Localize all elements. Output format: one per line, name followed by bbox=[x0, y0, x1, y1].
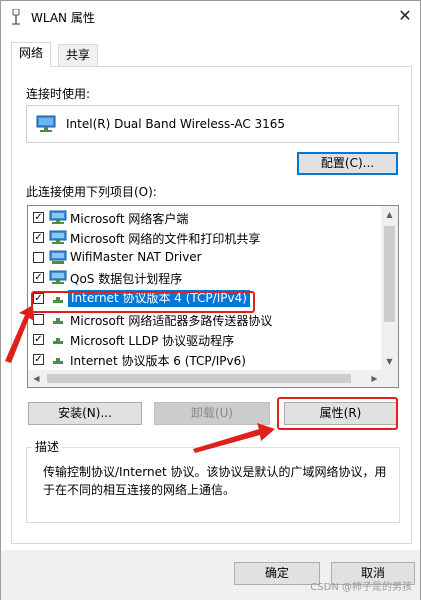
vertical-scrollbar[interactable]: ▲ ▼ bbox=[381, 206, 398, 370]
network-protocol-icon bbox=[53, 358, 63, 364]
item-label: Microsoft 网络适配器多路传送器协议 bbox=[70, 314, 273, 328]
close-button[interactable]: ✕ bbox=[390, 1, 420, 31]
configure-button[interactable]: 配置(C)... bbox=[297, 152, 398, 175]
network-client-icon bbox=[49, 230, 67, 244]
install-button[interactable]: 安装(N)... bbox=[28, 402, 142, 425]
checkbox[interactable]: ✓ bbox=[33, 272, 44, 283]
adapter-name: Intel(R) Dual Band Wireless-AC 3165 bbox=[66, 117, 286, 131]
connect-using-label: 连接时使用: bbox=[26, 87, 91, 101]
description-text: 传输控制协议/Internet 协议。该协议是默认的广域网络协议，用于在不同的相… bbox=[43, 465, 387, 497]
highlight-box-properties bbox=[277, 397, 398, 430]
red-arrow-icon bbox=[5, 305, 34, 363]
item-label: WifiMaster NAT Driver bbox=[70, 250, 202, 264]
title-bar: WLAN 属性 ✕ bbox=[1, 1, 420, 33]
list-item-ms-client[interactable]: ✓ Microsoft 网络客户端 bbox=[28, 208, 383, 228]
list-item-multiplexor[interactable]: Microsoft 网络适配器多路传送器协议 bbox=[28, 310, 383, 330]
scroll-corner bbox=[381, 370, 398, 387]
wifi-antenna-icon bbox=[12, 9, 20, 25]
checkbox[interactable] bbox=[33, 252, 44, 263]
red-arrow-icon bbox=[193, 423, 275, 453]
list-item-ipv6[interactable]: ✓ Internet 协议版本 6 (TCP/IPv6) bbox=[28, 350, 383, 370]
checkbox[interactable]: ✓ bbox=[33, 232, 44, 243]
item-label: Microsoft 网络的文件和打印机共享 bbox=[70, 232, 261, 246]
items-label: 此连接使用下列项目(O): bbox=[26, 185, 157, 199]
properties-dialog: WLAN 属性 ✕ 网络 共享 连接时使用: Intel(R) Dual Ban… bbox=[0, 0, 421, 600]
network-protocol-icon bbox=[53, 318, 63, 324]
window-title: WLAN 属性 bbox=[31, 11, 95, 25]
checkbox[interactable]: ✓ bbox=[33, 212, 44, 223]
network-client-icon bbox=[49, 210, 67, 224]
list-item-file-sharing[interactable]: ✓ Microsoft 网络的文件和打印机共享 bbox=[28, 228, 383, 248]
network-protocol-icon bbox=[53, 338, 63, 344]
watermark: CSDN @柿子是的男孩 bbox=[310, 582, 412, 593]
network-client-icon bbox=[49, 270, 67, 284]
item-label: Microsoft LLDP 协议驱动程序 bbox=[70, 334, 235, 348]
network-protocol-icon bbox=[49, 250, 67, 264]
scroll-thumb-horizontal[interactable] bbox=[47, 374, 351, 383]
scroll-down-icon[interactable]: ▼ bbox=[381, 353, 398, 370]
item-label: Microsoft 网络客户端 bbox=[70, 212, 189, 226]
list-item-qos[interactable]: ✓ QoS 数据包计划程序 bbox=[28, 268, 383, 288]
tab-sharing[interactable]: 共享 bbox=[58, 44, 99, 66]
description-title: 描述 bbox=[32, 438, 63, 455]
scroll-up-icon[interactable]: ▲ bbox=[381, 206, 398, 223]
highlight-box-ipv4 bbox=[31, 291, 255, 313]
ok-button[interactable]: 确定 bbox=[234, 562, 320, 585]
tab-network[interactable]: 网络 bbox=[11, 42, 52, 67]
scroll-thumb[interactable] bbox=[384, 226, 395, 322]
adapter-box: Intel(R) Dual Band Wireless-AC 3165 bbox=[26, 105, 399, 143]
item-label: Internet 协议版本 6 (TCP/IPv6) bbox=[70, 354, 246, 368]
scroll-left-icon[interactable]: ◀ bbox=[28, 370, 45, 387]
horizontal-scrollbar[interactable]: ◀ ▶ bbox=[28, 370, 383, 387]
list-item-lldp[interactable]: ✓ Microsoft LLDP 协议驱动程序 bbox=[28, 330, 383, 350]
item-label: QoS 数据包计划程序 bbox=[70, 272, 183, 286]
network-adapter-icon bbox=[36, 115, 56, 132]
list-item-wifimaster[interactable]: WifiMaster NAT Driver bbox=[28, 248, 383, 268]
